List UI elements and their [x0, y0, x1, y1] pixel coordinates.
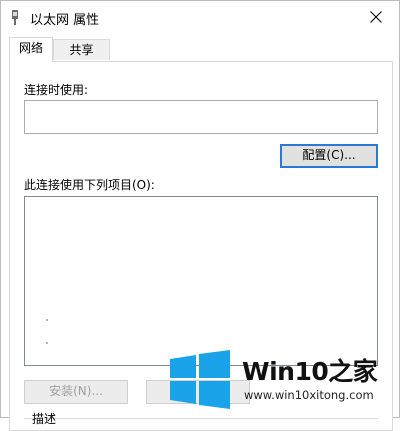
connect-using-field [24, 100, 378, 134]
items-list-label: 此连接使用下列项目(O): [24, 178, 155, 192]
install-button[interactable]: 安装(N)... [24, 380, 128, 404]
watermark-brand-text: Win10 [242, 357, 329, 386]
close-icon [370, 11, 382, 23]
description-label: 描述 [32, 412, 57, 426]
title-bar[interactable]: 以太网 属性 [1, 1, 399, 35]
tab-sharing[interactable]: 共享 [53, 39, 110, 60]
list-item-checkbox-placeholder [46, 319, 48, 321]
tab-networking-label: 网络 [18, 41, 43, 55]
watermark-brand-suffix: 之家 [328, 357, 378, 386]
tab-networking[interactable]: 网络 [9, 37, 53, 62]
watermark: Win10之家 www.win10xitong.com [168, 350, 396, 412]
watermark-brand: Win10之家 [242, 352, 378, 388]
list-item-checkbox-placeholder [46, 342, 48, 344]
configure-button[interactable]: 配置(C)... [280, 144, 378, 168]
network-adapter-icon [12, 10, 18, 25]
windows-logo-icon [170, 350, 230, 409]
close-button[interactable] [353, 1, 399, 33]
window-title: 以太网 属性 [30, 13, 100, 28]
connect-using-label: 连接时使用: [24, 83, 89, 97]
watermark-url: www.win10xitong.com [244, 388, 374, 402]
description-group-line [24, 418, 378, 419]
install-button-label: 安装(N)... [49, 384, 103, 398]
connection-items-list[interactable] [24, 196, 378, 366]
configure-button-label: 配置(C)... [302, 148, 356, 162]
tab-sharing-label: 共享 [69, 43, 94, 57]
